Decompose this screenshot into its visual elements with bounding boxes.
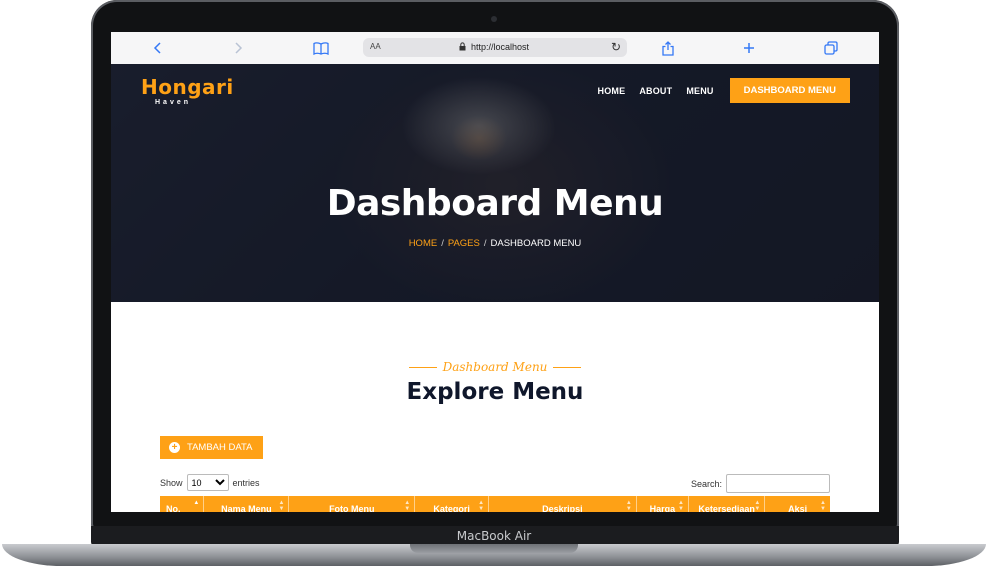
breadcrumb-separator: / [483,238,487,249]
tabs-icon[interactable] [822,39,840,57]
breadcrumb-current: DASHBOARD MENU [490,238,582,249]
site-logo[interactable]: Hongari Haven [141,75,234,106]
nav-about[interactable]: ABOUT [639,86,672,96]
sort-icon: ▲ ▼ [404,500,411,512]
section-subtitle-text: Dashboard Menu [442,360,548,374]
address-bar[interactable]: AA http://localhost ↻ [363,38,627,57]
entries-label: entries [232,477,260,488]
sort-icon: ▲ ▼ [754,500,761,512]
add-data-label: TAMBAH DATA [187,442,253,453]
column-header-kategori[interactable]: Kategori ▲ ▼ [414,496,490,512]
new-tab-icon[interactable] [740,39,758,57]
entries-select[interactable]: 10 [186,474,229,491]
plus-circle-icon: + [169,442,180,453]
breadcrumb-separator: / [441,238,444,249]
table-search: Search: [691,474,830,493]
lock-icon [459,42,466,53]
breadcrumb-pages[interactable]: PAGES [448,238,480,249]
dashboard-menu-button[interactable]: DASHBOARD MENU [729,78,850,103]
sort-icon: ▲ ▼ [820,500,826,512]
sort-icon: ▲ ▼ [478,500,485,512]
reload-icon[interactable]: ↻ [611,40,621,54]
entries-length-control: Show 10 entries [160,474,260,491]
laptop-notch [410,544,578,553]
logo-subtext: Haven [155,99,192,106]
browser-toolbar: AA http://localhost ↻ [111,32,879,64]
sort-icon: ▲ ▼ [278,500,285,512]
show-label: Show [160,477,183,488]
sort-icon: ▲ [193,500,200,506]
menu-table: No. ▲ Nama Menu ▲ ▼ Foto Menu ▲ ▼ Kategori ▲ ▼ … [160,496,830,512]
breadcrumb-home[interactable]: HOME [409,238,438,249]
section-subtitle: Dashboard Menu [111,360,879,374]
search-label: Search: [690,478,722,489]
bookmarks-icon[interactable] [312,39,330,57]
url-text: http://localhost [471,42,530,52]
device-label: MacBook Air [456,529,532,543]
breadcrumb: HOME / PAGES / DASHBOARD MENU [111,238,879,249]
add-data-button[interactable]: + TAMBAH DATA [160,436,263,459]
hero-banner: Hongari Haven HOME ABOUT MENU DASHBOARD … [111,64,879,302]
column-header-harga[interactable]: Harga ▲ ▼ [636,496,689,512]
search-input[interactable] [726,474,830,493]
camera [491,16,497,22]
column-header-deskripsi[interactable]: Deskripsi ▲ ▼ [488,496,637,512]
text-size-button[interactable]: AA [370,42,381,51]
sort-icon: ▲ ▼ [625,500,632,512]
column-header-foto-menu[interactable]: Foto Menu ▲ ▼ [288,496,416,512]
back-icon[interactable] [149,39,167,57]
main-nav: HOME ABOUT MENU DASHBOARD MENU [598,78,850,103]
nav-menu[interactable]: MENU [686,86,713,96]
divider-line [553,367,582,368]
column-header-no[interactable]: No. ▲ [160,496,205,512]
column-header-nama-menu[interactable]: Nama Menu ▲ ▼ [203,496,290,512]
table-header-row: No. ▲ Nama Menu ▲ ▼ Foto Menu ▲ ▼ Kategori ▲ ▼ … [160,496,830,512]
divider-line [408,367,437,368]
forward-icon[interactable] [229,39,247,57]
section-title: Explore Menu [406,379,584,405]
nav-home[interactable]: HOME [598,86,626,96]
sort-icon: ▲ ▼ [678,500,684,512]
share-icon[interactable] [659,39,677,57]
screen: AA http://localhost ↻ Hongari Haven HOME… [111,32,879,512]
column-header-ketersediaan[interactable]: Ketersediaan ▲ ▼ [688,496,766,512]
column-header-aksi[interactable]: Aksi ▲ ▼ [764,496,830,512]
logo-text: Hongari [141,75,234,99]
page-title: Dashboard Menu [326,183,664,224]
